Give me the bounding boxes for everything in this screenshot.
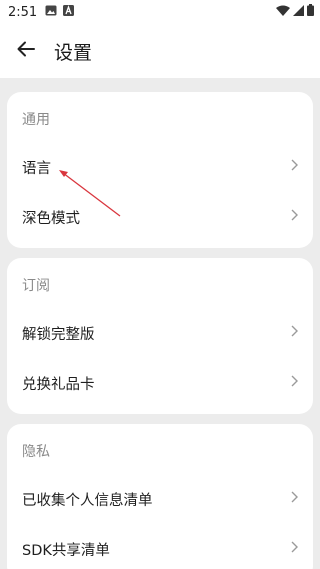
setting-sdk-sharing-list-label: SDK共享清单 <box>22 542 110 559</box>
chevron-right-icon <box>289 490 299 508</box>
section-general: 通用 语言 深色模式 <box>7 92 313 248</box>
setting-personal-info-list[interactable]: 已收集个人信息清单 <box>7 474 313 524</box>
setting-dark-mode-label: 深色模式 <box>22 210 80 227</box>
app-bar: 设置 <box>0 24 320 78</box>
section-subscription: 订阅 解锁完整版 兑换礼品卡 <box>7 258 313 414</box>
status-bar: 2:51 <box>0 0 320 24</box>
section-header-privacy: 隐私 <box>22 444 50 460</box>
back-button[interactable] <box>6 31 46 71</box>
chevron-right-icon <box>289 324 299 342</box>
status-time: 2:51 <box>8 4 38 20</box>
status-right-icons <box>276 0 314 24</box>
setting-redeem-gift-card[interactable]: 兑换礼品卡 <box>7 358 313 408</box>
setting-personal-info-list-label: 已收集个人信息清单 <box>22 492 153 509</box>
chevron-right-icon <box>289 540 299 558</box>
page-title: 设置 <box>54 41 93 64</box>
arrow-left-icon <box>17 41 35 61</box>
image-icon <box>45 5 57 20</box>
wifi-icon <box>276 5 290 20</box>
setting-language-label: 语言 <box>22 160 51 177</box>
section-privacy: 隐私 已收集个人信息清单 SDK共享清单 <box>7 424 313 569</box>
battery-icon <box>307 4 314 20</box>
chevron-right-icon <box>289 158 299 176</box>
setting-language[interactable]: 语言 <box>7 142 313 192</box>
a-app-icon <box>63 4 75 20</box>
section-header-subscription: 订阅 <box>22 278 50 294</box>
setting-redeem-gift-card-label: 兑换礼品卡 <box>22 376 95 393</box>
section-header-general: 通用 <box>22 112 50 128</box>
settings-list[interactable]: 通用 语言 深色模式 订阅 解锁完整版 兑换礼品卡 隐私 已收集个人信息清单 S… <box>0 78 320 569</box>
signal-icon <box>293 4 304 20</box>
setting-sdk-sharing-list[interactable]: SDK共享清单 <box>7 524 313 569</box>
chevron-right-icon <box>289 208 299 226</box>
setting-unlock-full[interactable]: 解锁完整版 <box>7 308 313 358</box>
setting-dark-mode[interactable]: 深色模式 <box>7 192 313 242</box>
setting-unlock-full-label: 解锁完整版 <box>22 326 95 343</box>
chevron-right-icon <box>289 374 299 392</box>
